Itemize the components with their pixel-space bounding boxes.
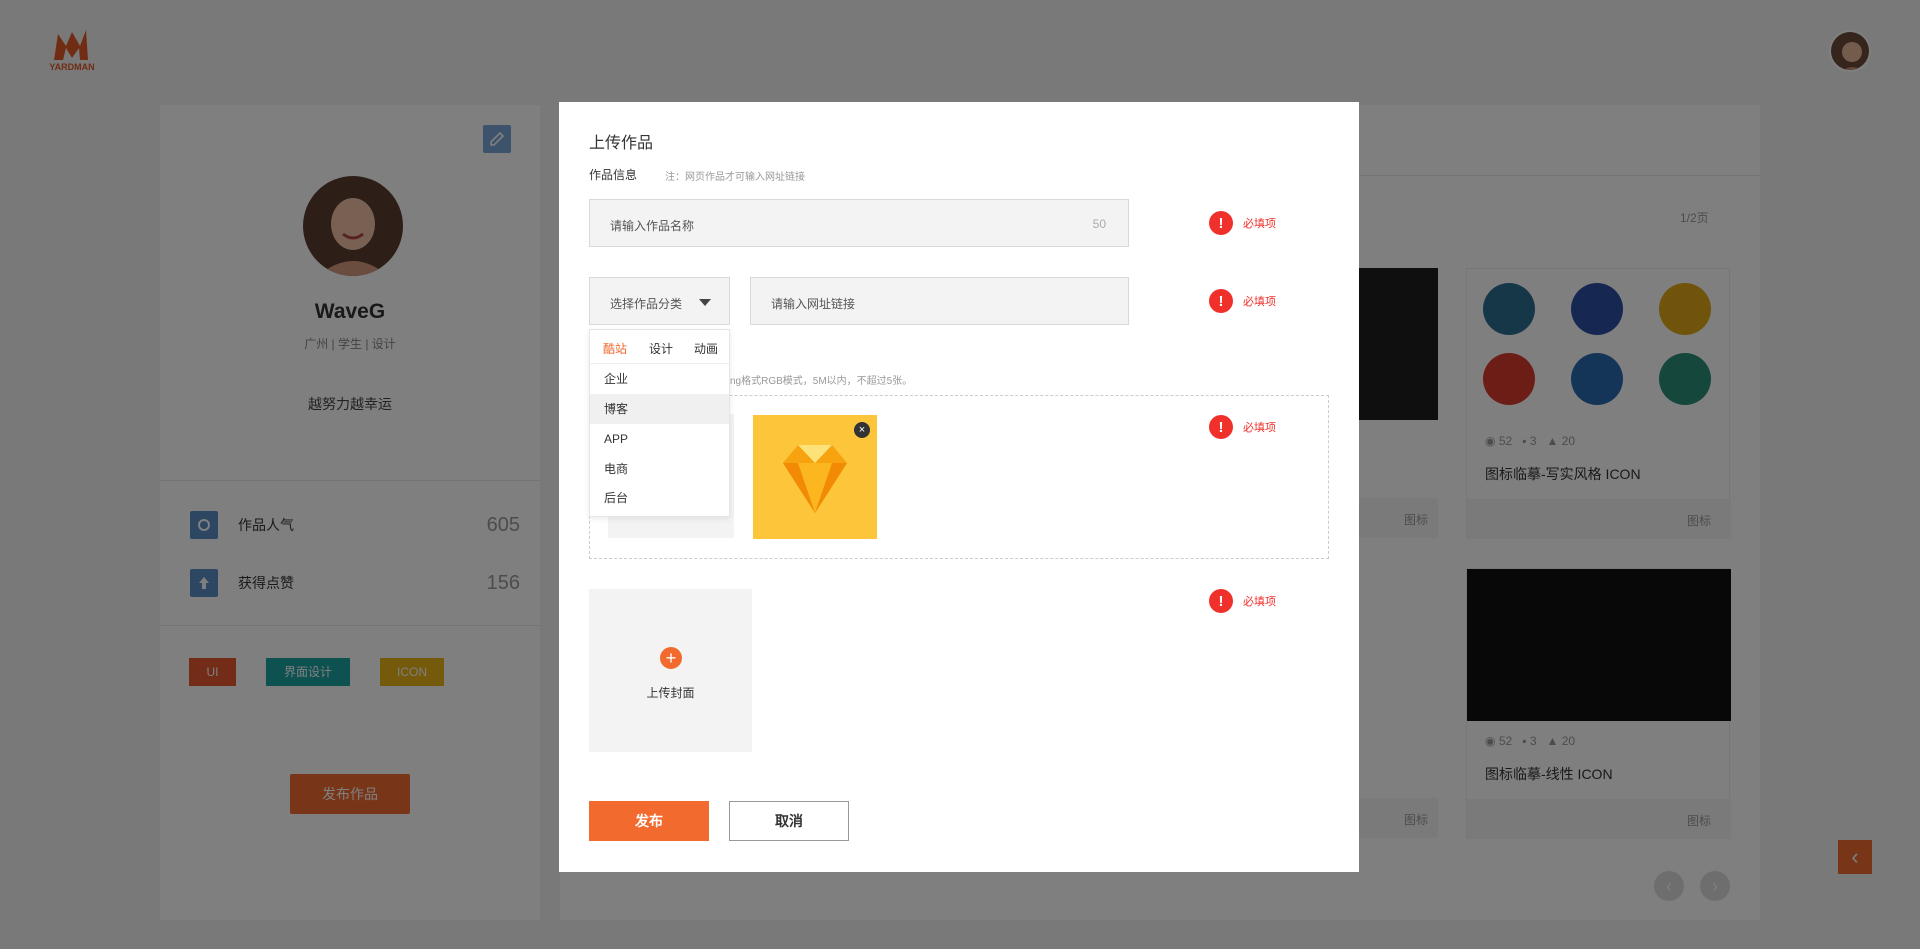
upload-cover-button[interactable] bbox=[589, 589, 752, 752]
url-input[interactable]: 请输入网址链接 bbox=[750, 277, 1129, 325]
upload-hint: ng格式RGB模式，5M以内，不超过5张。 bbox=[730, 376, 913, 387]
tab-kuzhan[interactable]: 酷站 bbox=[603, 340, 627, 357]
required-indicator: ! 必填项 bbox=[1209, 415, 1276, 439]
required-indicator: ! 必填项 bbox=[1209, 289, 1276, 313]
dropdown-item-admin[interactable]: 后台 bbox=[590, 483, 729, 513]
input-placeholder: 请输入网址链接 bbox=[771, 297, 856, 311]
upload-cover-label: 上传封面 bbox=[646, 686, 695, 700]
modal-title: 上传作品 bbox=[589, 135, 654, 152]
char-counter: 50 bbox=[1092, 217, 1106, 231]
required-indicator: ! 必填项 bbox=[1209, 211, 1276, 235]
chevron-down-icon bbox=[699, 299, 711, 306]
category-select[interactable]: 选择作品分类 bbox=[589, 277, 730, 325]
remove-image-button[interactable]: × bbox=[854, 422, 870, 438]
dropdown-tabs: 酷站 设计 动画 bbox=[590, 330, 729, 364]
cancel-button[interactable]: 取消 bbox=[729, 801, 849, 841]
dropdown-item-blog[interactable]: 博客 bbox=[590, 394, 729, 424]
required-indicator: ! 必填项 bbox=[1209, 589, 1276, 613]
required-text: 必填项 bbox=[1243, 218, 1276, 230]
select-placeholder: 选择作品分类 bbox=[610, 297, 683, 311]
required-text: 必填项 bbox=[1243, 422, 1276, 434]
required-text: 必填项 bbox=[1243, 296, 1276, 308]
publish-button[interactable]: 发布 bbox=[589, 801, 709, 841]
category-dropdown: 酷站 设计 动画 企业 博客 APP 电商 后台 bbox=[589, 329, 730, 517]
dropdown-item-ecommerce[interactable]: 电商 bbox=[590, 454, 729, 484]
work-name-input[interactable]: 请输入作品名称 50 bbox=[589, 199, 1129, 247]
alert-icon: ! bbox=[1209, 289, 1233, 313]
dropdown-item-enterprise[interactable]: 企业 bbox=[590, 364, 729, 394]
alert-icon: ! bbox=[1209, 415, 1233, 439]
required-text: 必填项 bbox=[1243, 596, 1276, 608]
tab-design[interactable]: 设计 bbox=[649, 340, 673, 357]
section-label: 作品信息 bbox=[589, 168, 638, 182]
alert-icon: ! bbox=[1209, 211, 1233, 235]
input-placeholder: 请输入作品名称 bbox=[610, 219, 695, 233]
plus-icon: + bbox=[660, 647, 682, 669]
dropdown-item-app[interactable]: APP bbox=[590, 424, 729, 454]
tab-animation[interactable]: 动画 bbox=[694, 340, 718, 357]
section-note: 注：网页作品才可输入网址链接 bbox=[665, 172, 805, 183]
alert-icon: ! bbox=[1209, 589, 1233, 613]
